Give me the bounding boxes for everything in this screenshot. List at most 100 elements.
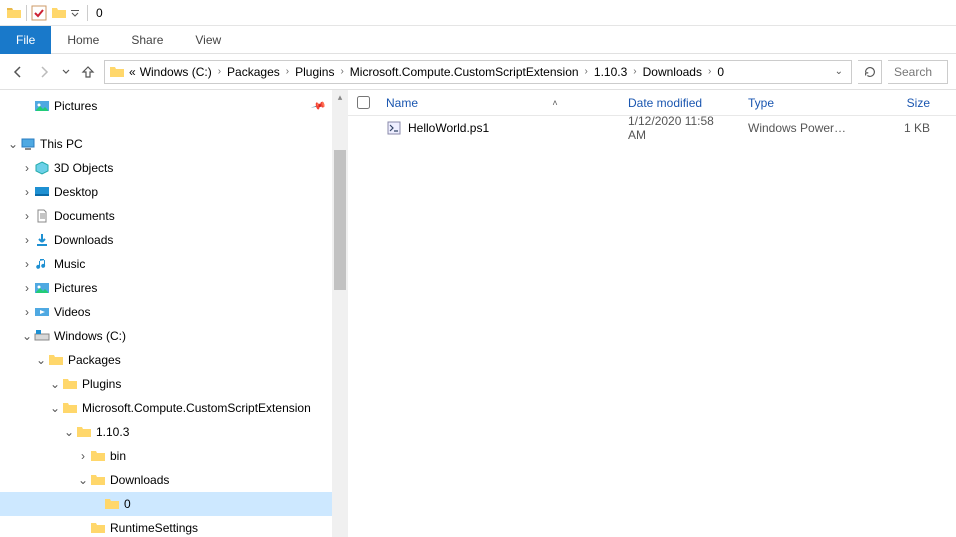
tree-item-runtime[interactable]: RuntimeSettings <box>0 516 332 537</box>
column-type[interactable]: Type <box>740 90 858 115</box>
tab-share[interactable]: Share <box>115 26 179 54</box>
properties-check-icon[interactable] <box>31 5 47 21</box>
tree-item-bin[interactable]: bin <box>0 444 332 468</box>
powershell-file-icon <box>386 120 402 136</box>
ribbon: File Home Share View <box>0 26 956 54</box>
tree-label: Packages <box>68 353 121 367</box>
expand-icon[interactable] <box>20 161 34 175</box>
chevron-right-icon[interactable]: › <box>631 66 638 77</box>
videos-icon <box>34 304 50 320</box>
tree-item-plugins[interactable]: Plugins <box>0 372 332 396</box>
tree-label: bin <box>110 449 126 463</box>
file-tab-label: File <box>16 33 35 47</box>
expand-icon[interactable] <box>20 305 34 319</box>
nav-scrollbar[interactable]: ▴ <box>332 90 348 537</box>
collapse-icon[interactable] <box>48 377 62 391</box>
breadcrumb[interactable]: Plugins › <box>295 65 346 79</box>
column-select-all[interactable] <box>348 93 378 112</box>
tab-home[interactable]: Home <box>51 26 115 54</box>
file-name-cell[interactable]: HelloWorld.ps1 <box>378 120 620 136</box>
collapse-icon[interactable] <box>20 329 34 343</box>
pictures-icon <box>34 280 50 296</box>
breadcrumb-label: Plugins <box>295 65 334 79</box>
tree-item-pictures[interactable]: Pictures <box>0 276 332 300</box>
tree-item-downloads[interactable]: Downloads <box>0 228 332 252</box>
tree-item-desktop[interactable]: Desktop <box>0 180 332 204</box>
collapse-icon[interactable] <box>76 473 90 487</box>
tree-item-extension[interactable]: Microsoft.Compute.CustomScriptExtension <box>0 396 332 420</box>
expand-icon[interactable] <box>20 281 34 295</box>
music-icon <box>34 256 50 272</box>
column-size[interactable]: Size <box>858 90 938 115</box>
tree-item-this-pc[interactable]: This PC <box>0 132 332 156</box>
select-all-checkbox[interactable] <box>357 96 370 109</box>
file-tab[interactable]: File <box>0 26 51 54</box>
chevron-right-icon[interactable]: › <box>216 66 223 77</box>
title-bar: 0 <box>0 0 956 26</box>
scroll-thumb[interactable] <box>334 150 346 290</box>
up-button[interactable] <box>78 62 98 82</box>
qat-dropdown-icon[interactable] <box>67 5 83 21</box>
expand-icon[interactable] <box>20 233 34 247</box>
folder-icon <box>90 520 106 536</box>
tree-item-c-drive[interactable]: Windows (C:) <box>0 324 332 348</box>
expand-icon[interactable] <box>20 185 34 199</box>
refresh-button[interactable] <box>858 60 882 84</box>
breadcrumb[interactable]: Windows (C:)› <box>140 65 223 79</box>
column-name[interactable]: Name ˄ <box>378 90 620 115</box>
pin-icon: 📌 <box>310 98 326 114</box>
expand-icon[interactable] <box>76 449 90 463</box>
column-date[interactable]: Date modified <box>620 90 740 115</box>
tree-item-version[interactable]: 1.10.3 <box>0 420 332 444</box>
this-pc-icon <box>20 136 36 152</box>
collapse-icon[interactable] <box>62 425 76 439</box>
tree-item-music[interactable]: Music <box>0 252 332 276</box>
tree-label: Music <box>54 257 85 271</box>
tab-view[interactable]: View <box>179 26 237 54</box>
chevron-right-icon[interactable]: › <box>583 66 590 77</box>
expand-icon[interactable] <box>20 209 34 223</box>
tree-item-downloads-sub[interactable]: Downloads <box>0 468 332 492</box>
folder-icon <box>62 400 78 416</box>
back-button[interactable] <box>8 62 28 82</box>
address-bar[interactable]: « Windows (C:)› Packages › Plugins › Micro… <box>104 60 852 84</box>
tree-item-documents[interactable]: Documents <box>0 204 332 228</box>
breadcrumb[interactable]: Microsoft.Compute.CustomScriptExtension› <box>350 65 590 79</box>
expand-icon[interactable] <box>20 257 34 271</box>
collapse-icon[interactable] <box>48 401 62 415</box>
address-dropdown-icon[interactable]: ⌄ <box>831 66 847 77</box>
tree-label: 0 <box>124 497 131 511</box>
tree-item-packages[interactable]: Packages <box>0 348 332 372</box>
chevron-right-icon[interactable]: › <box>706 66 713 77</box>
breadcrumb-label: Packages <box>227 65 280 79</box>
tree-item-pictures-quick[interactable]: Pictures 📌 <box>0 94 332 118</box>
folder-icon <box>62 376 78 392</box>
collapse-icon[interactable] <box>34 353 48 367</box>
collapse-icon[interactable] <box>6 137 20 151</box>
column-label: Type <box>748 96 774 110</box>
navigation-pane[interactable]: Pictures 📌 This PC 3D Objects Desktop Do… <box>0 90 332 537</box>
breadcrumb-prefix[interactable]: « <box>129 65 136 79</box>
recent-dropdown[interactable] <box>60 62 72 82</box>
chevron-right-icon[interactable]: › <box>284 66 291 77</box>
tab-label: Home <box>67 33 99 47</box>
tree-item-zero[interactable]: 0 <box>0 492 332 516</box>
file-type: Windows PowerS... <box>748 121 852 135</box>
tree-label: 1.10.3 <box>96 425 129 439</box>
tree-item-3d-objects[interactable]: 3D Objects <box>0 156 332 180</box>
breadcrumb[interactable]: Downloads › <box>643 65 714 79</box>
chevron-right-icon[interactable]: › <box>338 66 345 77</box>
breadcrumb[interactable]: Packages › <box>227 65 291 79</box>
scroll-up-icon[interactable]: ▴ <box>332 92 348 103</box>
breadcrumb[interactable]: 0 <box>717 65 724 79</box>
folder-small-icon[interactable] <box>51 5 67 21</box>
breadcrumb[interactable]: 1.10.3› <box>594 65 639 79</box>
tree-item-videos[interactable]: Videos <box>0 300 332 324</box>
search-input[interactable]: Search <box>888 60 948 84</box>
forward-button[interactable] <box>34 62 54 82</box>
downloads-icon <box>34 232 50 248</box>
body: Pictures 📌 This PC 3D Objects Desktop Do… <box>0 90 956 537</box>
breadcrumb-label: Downloads <box>643 65 702 79</box>
file-row[interactable]: HelloWorld.ps1 1/12/2020 11:58 AM Window… <box>348 116 956 140</box>
tree-label: This PC <box>40 137 83 151</box>
